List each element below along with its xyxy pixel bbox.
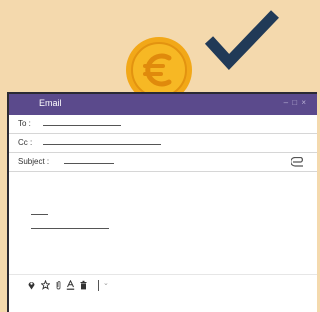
star-icon[interactable] xyxy=(41,280,50,290)
toolbar-divider xyxy=(98,280,99,291)
cc-value-line xyxy=(43,144,161,145)
window-controls[interactable]: – □ × xyxy=(284,98,307,107)
cc-label: Cc : xyxy=(18,138,33,147)
to-label: To : xyxy=(18,119,31,128)
cc-field[interactable]: Cc : xyxy=(9,134,317,153)
subject-value-line xyxy=(64,163,114,164)
to-value-line xyxy=(43,125,121,126)
attach-icon[interactable] xyxy=(54,280,63,290)
subject-field[interactable]: Subject : xyxy=(9,153,317,172)
window-title: Email xyxy=(39,98,62,108)
chevron-down-icon[interactable]: ⌄ xyxy=(103,279,109,287)
body-text-line xyxy=(31,214,48,215)
location-pin-icon[interactable] xyxy=(27,280,36,290)
compose-toolbar: ⌄ xyxy=(9,274,317,294)
trash-icon[interactable] xyxy=(79,280,88,290)
email-window: Email – □ × To : Cc : Subject : ⌄ xyxy=(7,92,317,312)
to-field[interactable]: To : xyxy=(9,115,317,134)
body-text-line xyxy=(31,228,109,229)
checkmark-icon xyxy=(204,10,279,71)
message-body[interactable] xyxy=(9,172,317,282)
paperclip-icon[interactable] xyxy=(291,157,305,167)
titlebar: Email – □ × xyxy=(9,94,317,115)
subject-label: Subject : xyxy=(18,157,50,166)
text-color-icon[interactable] xyxy=(66,280,75,290)
